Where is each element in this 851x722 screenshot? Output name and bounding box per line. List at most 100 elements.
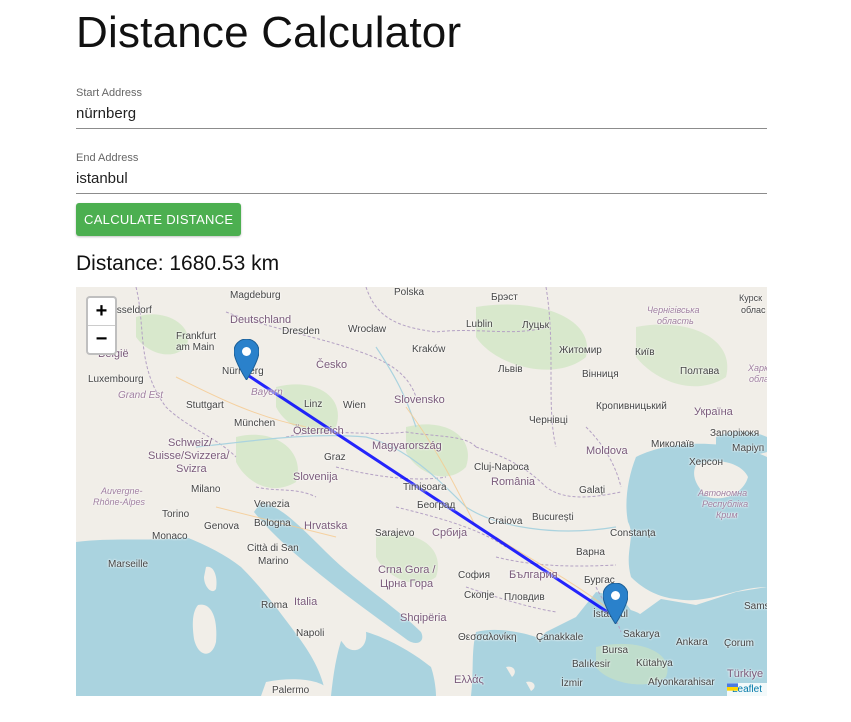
map-label-timisoara: Timișoara — [403, 482, 447, 493]
map-label-beograd: Београд — [417, 500, 456, 511]
map-label-srbija: Србија — [432, 527, 468, 539]
calculate-distance-button[interactable]: CALCULATE DISTANCE — [76, 203, 242, 236]
start-address-field: Start Address — [76, 87, 767, 129]
map-label-luxembourg: Luxembourg — [88, 374, 144, 385]
map-label-mariupol: Маріуп — [732, 443, 765, 454]
map-label-kursk: Курск — [739, 293, 763, 303]
map-label-kutahya: Kütahya — [636, 658, 673, 669]
map-label-ukraina: Україна — [694, 406, 733, 418]
map-label-sarajevo: Sarajevo — [375, 528, 415, 539]
map-label-kyiv: Київ — [635, 347, 655, 358]
map-label-sofia: София — [458, 570, 491, 581]
end-address-input[interactable] — [76, 164, 767, 194]
map-label-linz: Linz — [304, 399, 323, 410]
map-label-crna-gora: Crna Gora / — [378, 564, 436, 576]
map-attribution: Leaflet — [726, 683, 767, 696]
map-label-palermo: Palermo — [272, 685, 310, 696]
ukraine-flag-icon — [726, 683, 738, 691]
map-label-marino: Marino — [258, 556, 289, 567]
map-label-frankfurt: Frankfurt — [176, 331, 217, 342]
map-label-lublin: Lublin — [466, 319, 493, 330]
map-label-craiova: Craiova — [488, 516, 523, 527]
map-label-corum: Çorum — [724, 638, 755, 649]
map-label-moldova: Moldova — [586, 445, 628, 457]
start-marker-icon[interactable] — [234, 339, 259, 380]
map-label-wien: Wien — [343, 400, 366, 411]
map-label-venezia: Venezia — [254, 499, 290, 510]
map-label-wroclaw: Wrocław — [348, 324, 387, 335]
map-label-ankara: Ankara — [676, 637, 708, 648]
map-label-dresden: Dresden — [282, 326, 320, 337]
map-label-ellas: Ελλάς — [454, 674, 484, 686]
end-marker-icon[interactable] — [603, 583, 628, 624]
map-label-canakkale: Çanakkale — [536, 632, 584, 643]
map-label-schweiz: Schweiz/ — [168, 437, 213, 449]
map-label-thessaloniki: Θεσσαλονίκη — [458, 632, 517, 643]
map-label-chernihiv2: область — [657, 316, 694, 326]
map-label-roma: Roma — [261, 600, 288, 611]
map-label-torino: Torino — [162, 509, 190, 520]
zoom-control: + − — [86, 296, 117, 355]
zoom-out-button[interactable]: − — [88, 325, 115, 353]
map-label-bursa: Bursa — [602, 645, 629, 656]
map-label-afyonkarahisar: Afyonkarahisar — [648, 677, 715, 688]
map-label-skopje: Скопје — [464, 590, 495, 601]
map-label-bulgaria: България — [509, 569, 558, 581]
map-label-zaporizhzhia: Запоріжжя — [710, 428, 760, 439]
map-label-lviv: Львів — [498, 364, 523, 375]
map-label-munchen: München — [234, 418, 276, 429]
map-label-am-main: am Main — [176, 342, 215, 353]
map-label-avtonomna: Автономна — [698, 488, 748, 498]
map-label-cesko: Česko — [316, 359, 348, 371]
map-label-zhytomyr: Житомир — [559, 345, 602, 356]
map-label-mykolaiv: Миколаїв — [651, 439, 695, 450]
map-label-napoli: Napoli — [296, 628, 325, 639]
map-label-galati: Galați — [579, 485, 606, 496]
map-label-turkiye: Türkiye — [727, 668, 764, 680]
map-label-osterreich: Österreich — [293, 425, 344, 437]
map-label-deutschland: Deutschland — [230, 314, 292, 326]
map-label-magdeburg: Magdeburg — [230, 290, 281, 301]
map-label-magyarorszag: Magyarország — [372, 440, 442, 452]
map-label-plovdiv: Пловдив — [504, 592, 545, 603]
page-title: Distance Calculator — [76, 8, 462, 57]
map-label-lutsk: Луцьк — [522, 320, 549, 331]
map-label-milano: Milano — [191, 484, 221, 495]
map-label-romania: România — [491, 476, 536, 488]
start-address-label: Start Address — [76, 87, 143, 99]
map-label-grand-est: Grand Est — [118, 390, 164, 401]
map-label-chernivtsi: Чернівці — [529, 415, 568, 426]
map-label-italia: Italia — [294, 596, 318, 608]
map-label-oblast: облас — [741, 305, 766, 315]
map-label-sakarya: Sakarya — [623, 629, 660, 640]
map-label-kherson: Херсон — [689, 457, 723, 468]
map-label-genova: Genova — [204, 521, 240, 532]
map-label-poltava: Полтава — [680, 366, 720, 377]
map-label-vinnytsia: Вінниця — [582, 369, 619, 380]
distance-result: Distance: 1680.53 km — [76, 252, 280, 275]
map-label-krakow: Kraków — [412, 344, 446, 355]
map-label-hrvatska: Hrvatska — [304, 520, 348, 532]
end-address-label: End Address — [76, 152, 139, 164]
map-label-marseille: Marseille — [108, 559, 149, 570]
map-label-krym: Крим — [716, 510, 738, 520]
map-label-izmir: İzmir — [561, 678, 583, 689]
map-label-auvergne: Auvergne- — [101, 486, 143, 496]
map-label-bologna: Bologna — [254, 518, 291, 529]
map-label-sams: Sams — [744, 601, 767, 612]
map-label-chernihiv: Чернігівська — [647, 305, 700, 315]
map-label-rhone-alpes: Rhône-Alpes — [93, 497, 146, 507]
map-label-slovensko: Slovensko — [394, 394, 445, 406]
map-view[interactable]: Polska Magdeburg Düsseldorf Deutschland … — [76, 287, 767, 696]
map-label-crna-gora-cyr: Црна Гора — [380, 578, 434, 590]
map-label-balikesir: Balıkesir — [572, 659, 611, 670]
map-label-constanta: Constanța — [610, 528, 656, 539]
map-label-varna: Варна — [576, 547, 605, 558]
map-label-citta: Città di San — [247, 543, 299, 554]
map-label-polska: Polska — [394, 287, 425, 298]
map-label-suisse: Suisse/Svizzera/ — [148, 450, 230, 462]
zoom-in-button[interactable]: + — [88, 298, 115, 325]
start-address-input[interactable] — [76, 99, 767, 129]
map-label-kharkiv: Харк — [748, 363, 767, 373]
map-label-kharkiv2: обла — [749, 374, 767, 384]
